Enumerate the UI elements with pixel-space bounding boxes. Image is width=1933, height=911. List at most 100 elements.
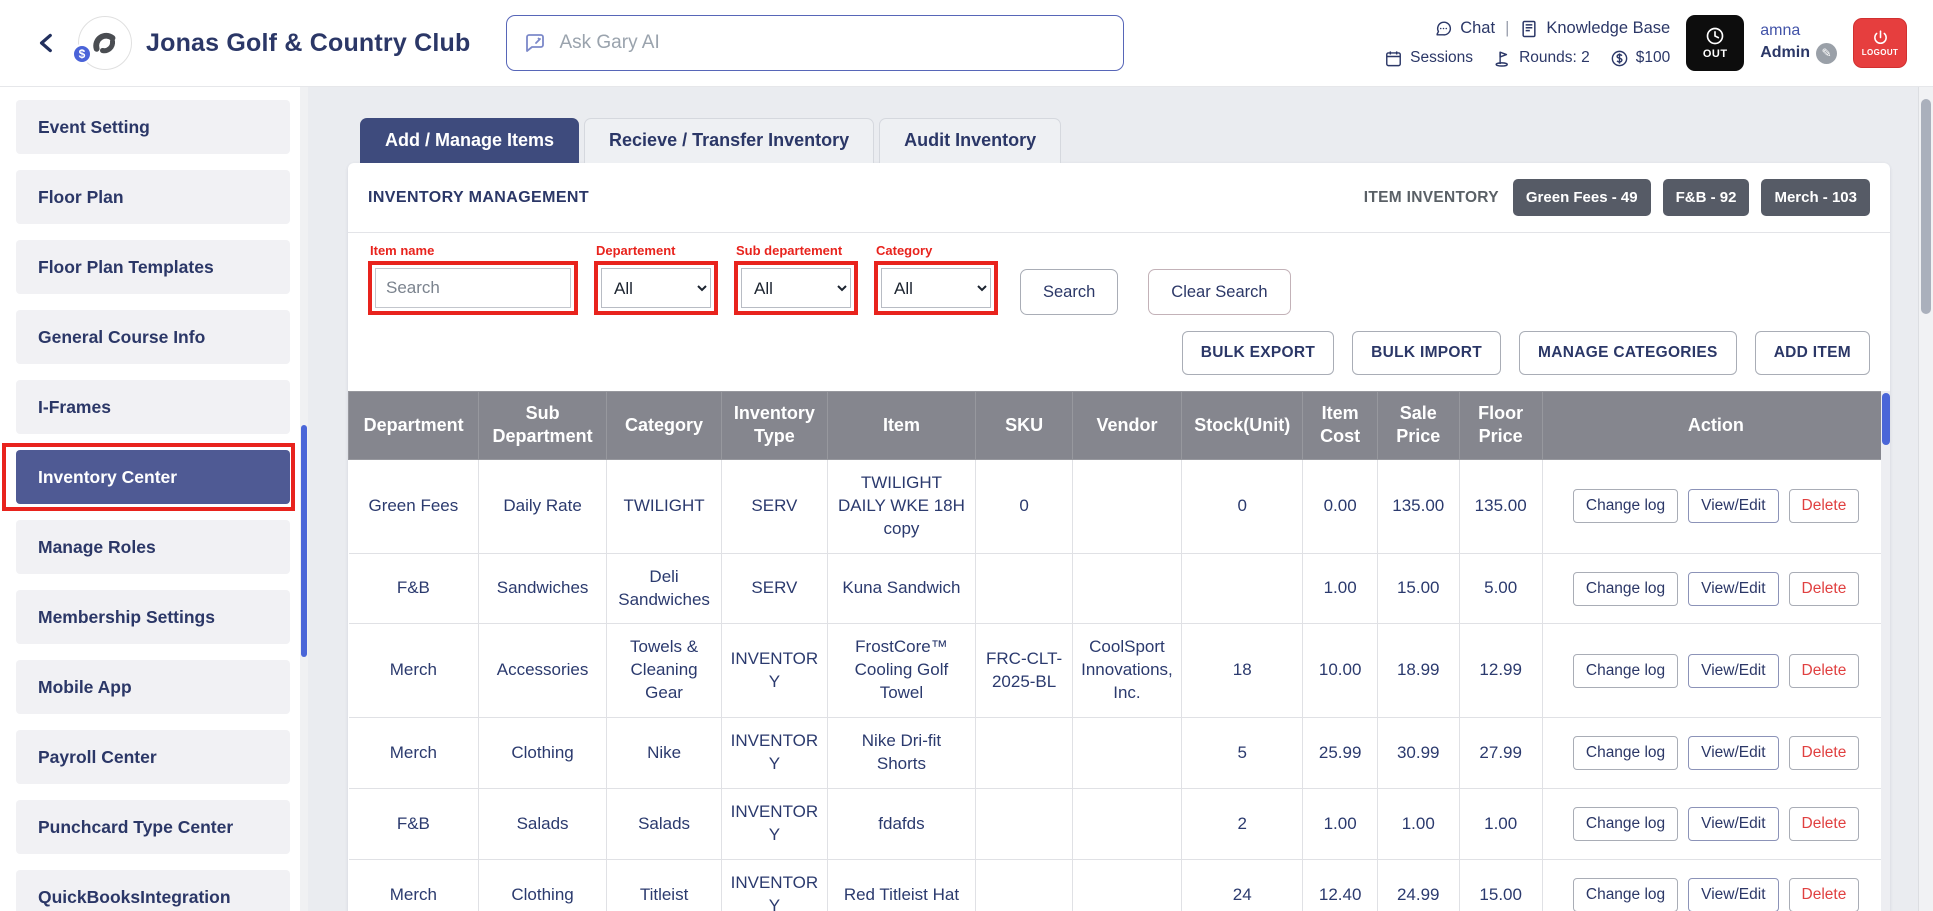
sidebar-item-inventory-center[interactable]: Inventory Center [2, 443, 295, 511]
sessions-label: Sessions [1410, 49, 1474, 66]
change-log-button[interactable]: Change log [1572, 877, 1679, 911]
view-edit-button[interactable]: View/Edit [1688, 877, 1779, 911]
inventory-badge-merch-103[interactable]: Merch - 103 [1761, 179, 1870, 216]
change-log-button[interactable]: Change log [1572, 736, 1679, 771]
sidebar-item-general-course-info[interactable]: General Course Info [16, 310, 290, 364]
change-log-button[interactable]: Change log [1572, 653, 1679, 688]
ask-gary-icon [526, 34, 545, 52]
table-row: Merch Clothing Titleist INVENTORY Red Titlei… [348, 859, 1890, 911]
sidebar-item-membership-settings[interactable]: Membership Settings [16, 590, 290, 644]
view-edit-button[interactable]: View/Edit [1688, 653, 1779, 688]
inventory-badge-f-b-92[interactable]: F&B - 92 [1662, 179, 1750, 216]
cell-item: TWILIGHT DAILY WKE 18H copy [827, 458, 977, 554]
app-window: $ Jonas Golf & Country Club Cha [0, 0, 1933, 911]
cell-department: Merch [348, 623, 480, 719]
delete-button[interactable]: Delete [1788, 571, 1860, 606]
column-header-sub-department: Sub Department [478, 391, 607, 460]
cell-sub-department: Accessories [478, 623, 607, 719]
header-links-top: Chat | Knowledge Base [1434, 19, 1670, 39]
view-edit-button[interactable]: View/Edit [1688, 807, 1779, 842]
sidebar-item-mobile-app[interactable]: Mobile App [16, 660, 290, 714]
sub-department-select[interactable]: All [741, 268, 851, 308]
cell-sub-department: Clothing [478, 717, 607, 790]
view-edit-button[interactable]: View/Edit [1688, 489, 1779, 524]
cell-floor-price: 5.00 [1459, 552, 1543, 625]
delete-button[interactable]: Delete [1788, 877, 1860, 911]
clock-out-button[interactable]: OUT [1686, 15, 1745, 71]
sidebar-item-i-frames[interactable]: I-Frames [16, 380, 290, 434]
tab-add-manage-items[interactable]: Add / Manage Items [360, 118, 580, 163]
cell-vendor [1072, 788, 1183, 861]
cell-item: Red Titleist Hat [827, 859, 977, 911]
sessions-link[interactable]: Sessions [1384, 49, 1473, 68]
cell-category: Towels & Cleaning Gear [606, 623, 723, 719]
change-log-button[interactable]: Change log [1572, 571, 1679, 606]
category-filter: Category All [874, 243, 998, 315]
column-header-category: Category [605, 391, 723, 460]
table-scrollbar-track [1881, 391, 1890, 911]
sidebar-scrollbar-thumb[interactable] [301, 425, 307, 657]
sidebar-list: Event Setting Floor Plan Floor Plan Templa… [0, 100, 308, 911]
sidebar-item-quickbooksintegration[interactable]: QuickBooksIntegration [16, 870, 290, 911]
cell-vendor: CoolSport Innovations, Inc. [1072, 623, 1183, 719]
tab-audit-inventory[interactable]: Audit Inventory [879, 118, 1062, 163]
rounds-status: Rounds: 2 [1493, 49, 1590, 68]
bulk-export-button[interactable]: BULK EXPORT [1181, 331, 1335, 375]
inventory-badge-green-fees-49[interactable]: Green Fees - 49 [1512, 179, 1651, 216]
delete-button[interactable]: Delete [1788, 653, 1860, 688]
bulk-import-button[interactable]: BULK IMPORT [1352, 331, 1502, 375]
search-button[interactable]: Search [1020, 269, 1119, 315]
cell-category: Nike [606, 717, 723, 790]
chat-label: Chat [1460, 19, 1496, 37]
sidebar-item-floor-plan-templates[interactable]: Floor Plan Templates [16, 240, 290, 294]
cell-floor-price: 15.00 [1459, 859, 1543, 911]
table-scrollbar-thumb[interactable] [1882, 393, 1890, 445]
logout-button[interactable]: LOGOUT [1853, 18, 1907, 68]
ask-gary-search [506, 15, 1125, 71]
cell-item: Nike Dri-fit Shorts [827, 717, 977, 790]
cell-floor-price: 1.00 [1459, 788, 1543, 861]
sidebar-item-payroll-center[interactable]: Payroll Center [16, 730, 290, 784]
cell-sku [975, 859, 1073, 911]
user-role: Admin [1760, 44, 1810, 61]
user-name: amna [1760, 21, 1801, 39]
cell-sub-department: Clothing [478, 859, 607, 911]
view-edit-button[interactable]: View/Edit [1688, 571, 1779, 606]
department-select[interactable]: All [601, 268, 711, 308]
cell-department: F&B [348, 788, 480, 861]
ask-gary-input[interactable] [559, 32, 1108, 54]
sidebar-item-label: General Course Info [38, 326, 206, 347]
sidebar-item-manage-roles[interactable]: Manage Roles [16, 520, 290, 574]
item-name-search-input[interactable] [375, 268, 571, 308]
change-log-button[interactable]: Change log [1572, 807, 1679, 842]
page-scrollbar-thumb[interactable] [1921, 99, 1931, 314]
sidebar-item-floor-plan[interactable]: Floor Plan [16, 170, 290, 224]
tab-recieve-transfer-inventory[interactable]: Recieve / Transfer Inventory [584, 118, 875, 163]
back-button[interactable] [30, 26, 64, 60]
delete-button[interactable]: Delete [1788, 736, 1860, 771]
delete-button[interactable]: Delete [1788, 807, 1860, 842]
add-item-button[interactable]: ADD ITEM [1754, 331, 1870, 375]
cell-department: F&B [348, 552, 480, 625]
view-edit-button[interactable]: View/Edit [1688, 736, 1779, 771]
clear-search-button[interactable]: Clear Search [1148, 269, 1291, 315]
delete-button[interactable]: Delete [1788, 489, 1860, 524]
balance-label: $100 [1635, 49, 1671, 66]
inventory-table-wrap: Department Sub Department Category Inventor… [348, 391, 1890, 911]
change-log-button[interactable]: Change log [1572, 489, 1679, 524]
item-name-annotation-box [368, 261, 578, 315]
sidebar-item-punchcard-type-center[interactable]: Punchcard Type Center [16, 800, 290, 854]
manage-categories-button[interactable]: MANAGE CATEGORIES [1519, 331, 1737, 375]
inventory-badges: Green Fees - 49 F&B - 92 Merch - 103 [1512, 179, 1870, 216]
chat-link[interactable]: Chat [1434, 19, 1495, 38]
cell-floor-price: 12.99 [1459, 623, 1543, 719]
knowledge-base-link[interactable]: Knowledge Base [1519, 19, 1670, 39]
sidebar-item-event-setting[interactable]: Event Setting [16, 100, 290, 154]
table-body: Green Fees Daily Rate TWILIGHT SERV TWILIGHT… [348, 458, 1890, 911]
cell-sku [975, 717, 1073, 790]
cell-stock: 2 [1181, 788, 1304, 861]
edit-profile-icon[interactable]: ✎ [1816, 42, 1837, 64]
table-row: F&B Salads Salads INVENTORY fdafds 2 1.00 1.00 1… [348, 788, 1890, 861]
category-select[interactable]: All [881, 268, 991, 308]
cell-category: Deli Sandwiches [606, 552, 723, 625]
